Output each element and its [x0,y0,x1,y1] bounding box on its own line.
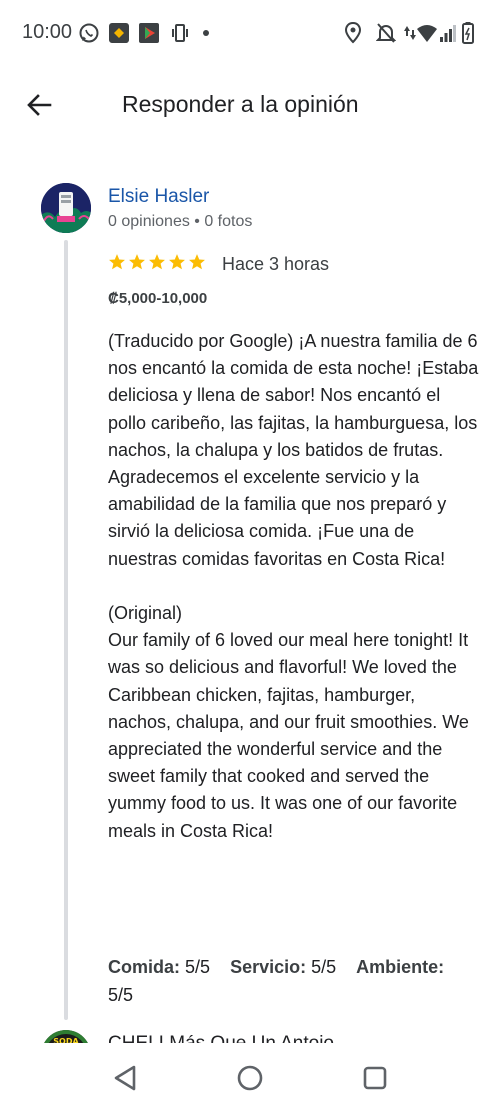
star-icon [129,254,145,270]
app-bar: Responder a la opinión [0,70,500,140]
review-time: Hace 3 horas [222,254,330,274]
recents-square-icon [363,1066,387,1090]
nav-recents-button[interactable] [360,1063,390,1093]
rating-value-food: 5/5 [185,957,211,977]
avatar[interactable] [41,183,91,233]
rating-label-ambience: Ambiente: [356,957,445,977]
dot-icon [202,22,210,44]
star-icon [169,254,185,270]
battery-icon [462,22,474,44]
app-notification-icon [108,22,130,44]
star-icon [149,254,165,270]
page-title: Responder a la opinión [122,91,359,117]
do-not-disturb-icon [376,22,396,44]
status-time: 10:00 [22,21,73,43]
nav-back-button[interactable] [110,1063,140,1093]
system-nav-bar [0,1043,500,1111]
star-icon [109,254,125,270]
rating-value-service: 5/5 [311,957,337,977]
thread-line [64,240,68,1020]
star-rating [108,253,206,271]
sub-ratings: Comida: 5/5 Servicio: 5/5 Ambiente: 5/5 [108,953,488,1009]
star-icon [189,254,205,270]
home-circle-icon [237,1065,263,1091]
whatsapp-icon [78,22,100,44]
wifi-icon [416,22,438,44]
price-range: ₡5,000-10,000 [108,290,208,307]
data-icon [404,22,416,44]
rating-label-food: Comida: [108,957,180,977]
review-text: (Traducido por Google) ¡A nuestra famili… [108,331,479,841]
location-icon [344,22,362,44]
vibrate-icon [170,22,190,44]
arrow-back-icon [27,94,52,116]
signal-icon [440,22,456,44]
play-icon [138,22,160,44]
status-bar: 10:00 [0,0,500,64]
back-button[interactable] [18,84,60,126]
rating-value-ambience: 5/5 [108,985,134,1005]
author-name[interactable]: Elsie Hasler [108,186,209,208]
rating-label-service: Servicio: [230,957,307,977]
nav-home-button[interactable] [235,1063,265,1093]
back-triangle-icon [114,1065,136,1091]
author-meta: 0 opiniones • 0 fotos [108,213,253,230]
